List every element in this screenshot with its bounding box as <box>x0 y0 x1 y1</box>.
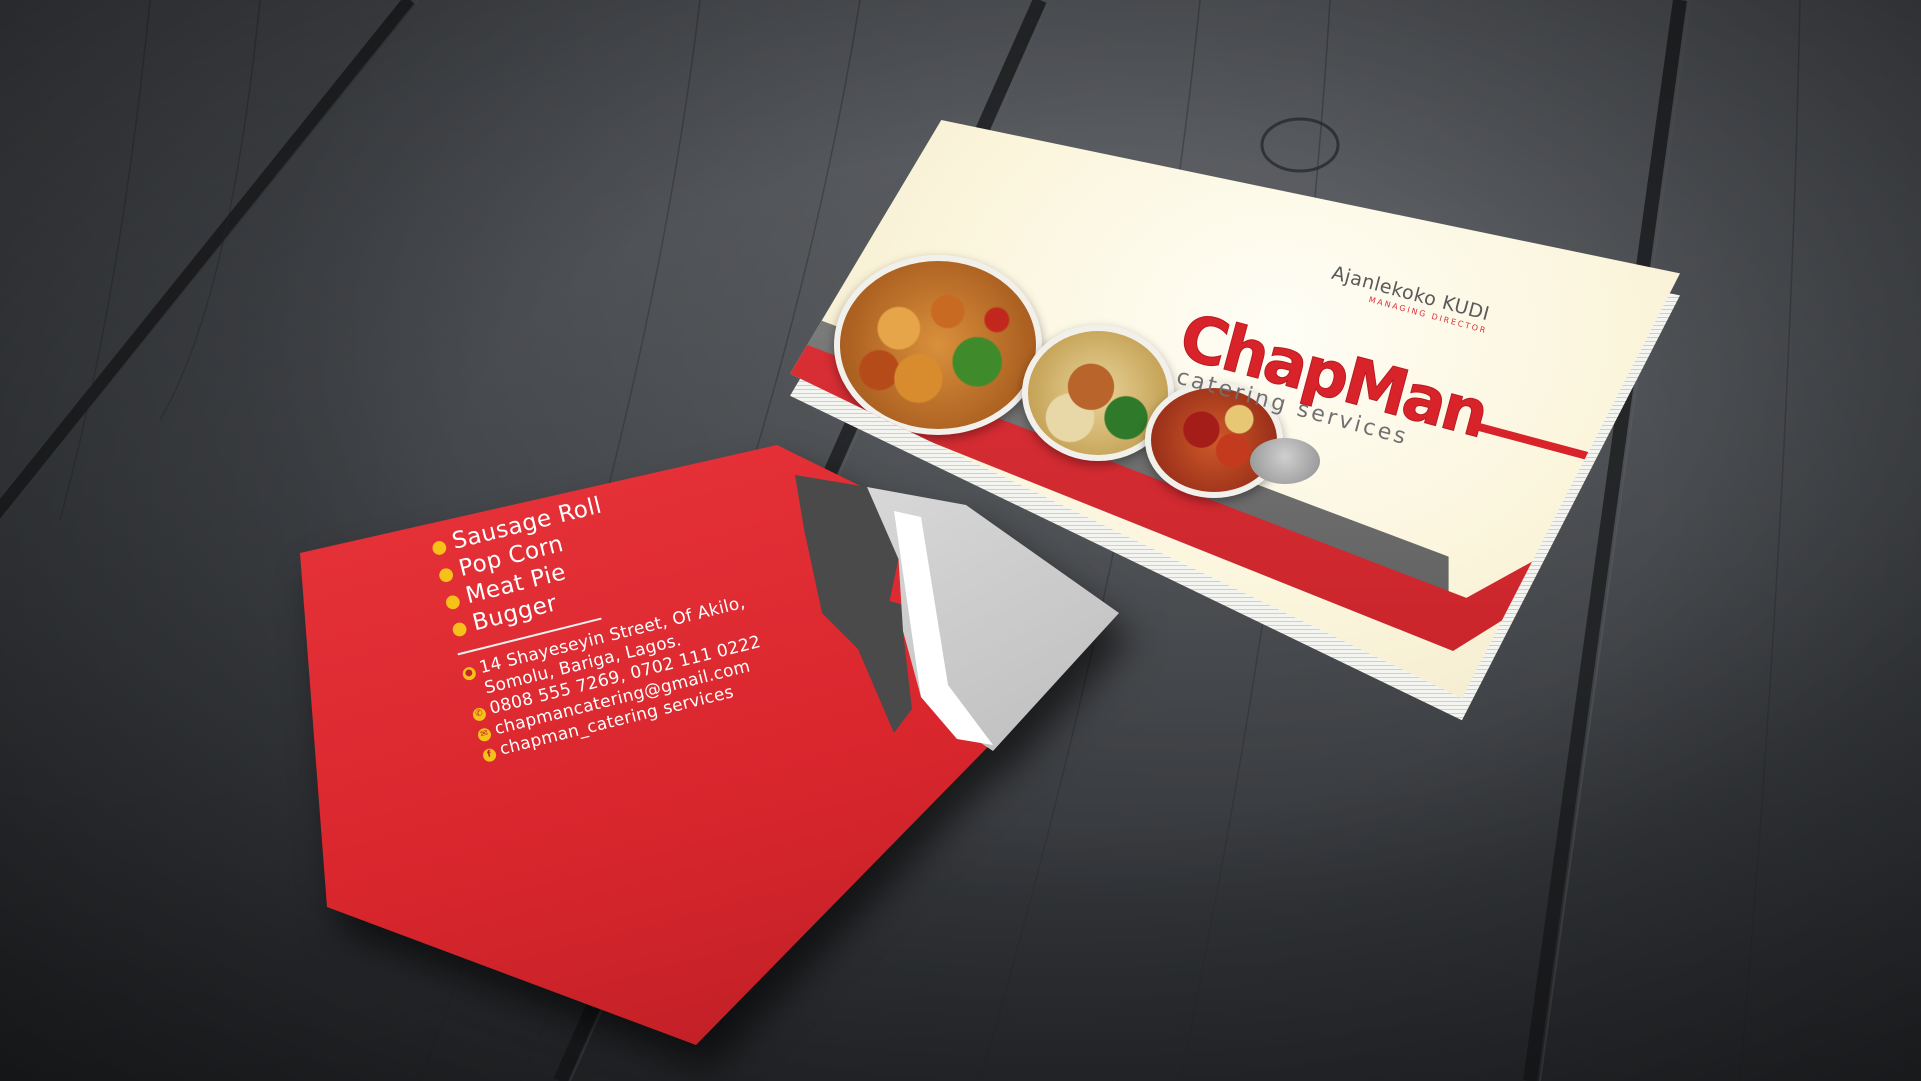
phone-icon: ✆ <box>471 706 488 723</box>
card-holder-name: Ajanlekoko KUDI <box>1329 262 1492 326</box>
location-icon: ● <box>461 665 478 682</box>
email-icon: ✉ <box>476 726 493 743</box>
food-photo-stir-fry <box>834 255 1042 435</box>
facebook-icon: f <box>481 747 498 764</box>
back-card-wrapper: ●Sausage Roll ●Pop Corn ●Meat Pie ●Bugge… <box>300 445 1200 1045</box>
plate-rim <box>1250 438 1320 484</box>
